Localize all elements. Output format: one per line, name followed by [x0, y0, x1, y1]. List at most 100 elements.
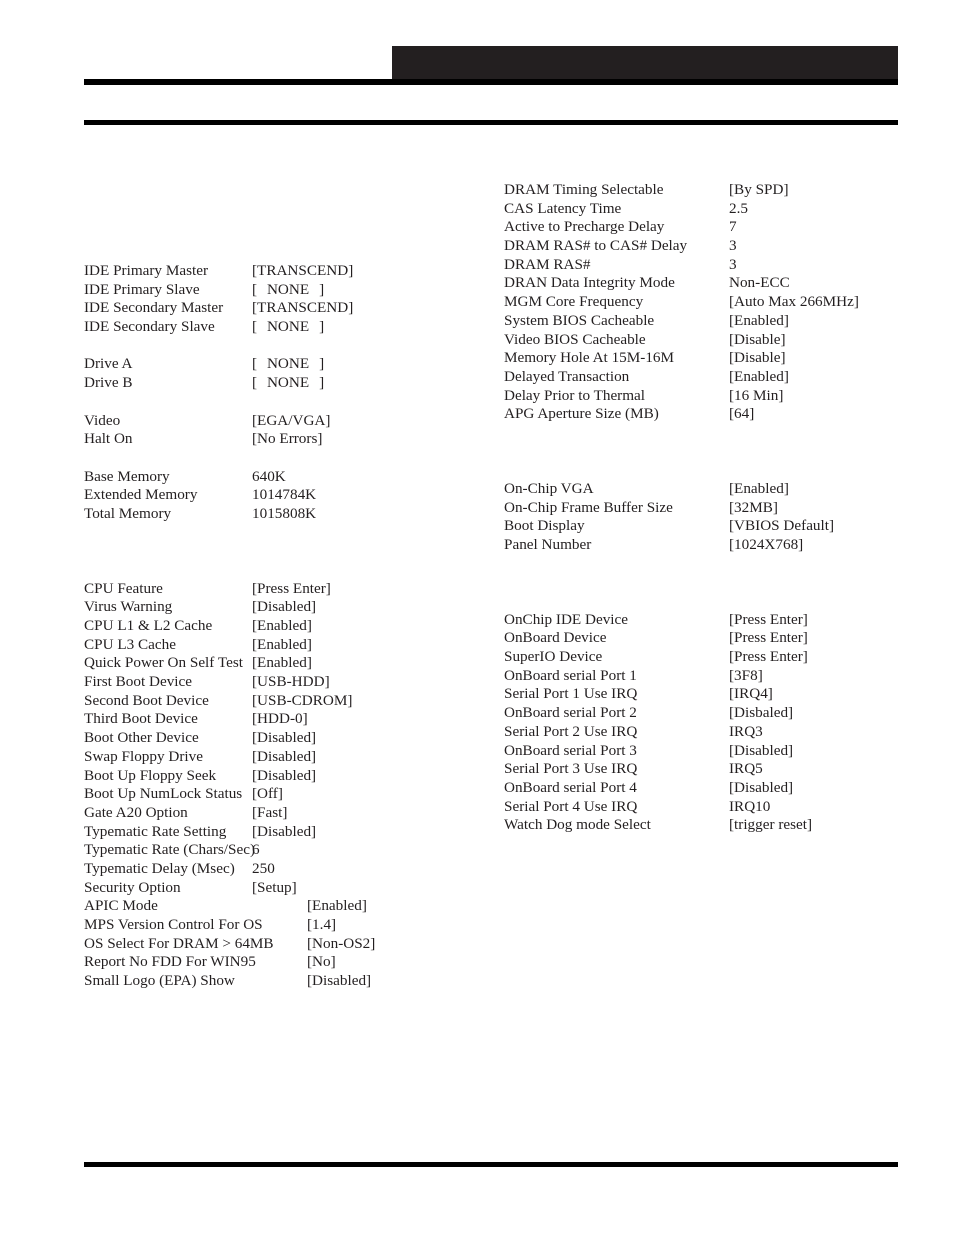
setting-row[interactable]: SuperIO Device [Press Enter]	[504, 648, 914, 667]
setting-row[interactable]: APIC Mode [Enabled]	[84, 897, 484, 916]
setting-value[interactable]: [Non-OS2]	[307, 935, 375, 954]
setting-row[interactable]: OnBoard serial Port 4 [Disabled]	[504, 779, 914, 798]
setting-value[interactable]: [Enabled]	[307, 897, 367, 916]
setting-row[interactable]: Serial Port 2 Use IRQ IRQ3	[504, 723, 914, 742]
setting-value[interactable]: IRQ10	[729, 798, 770, 817]
setting-value[interactable]: [Disabled]	[252, 823, 316, 842]
setting-value[interactable]: [No]	[307, 953, 336, 972]
setting-row[interactable]: CPU Feature [Press Enter]	[84, 580, 484, 599]
setting-value[interactable]: [Enabled]	[252, 654, 312, 673]
setting-row[interactable]: Base Memory 640K	[84, 468, 484, 487]
setting-row[interactable]: CAS Latency Time 2.5	[504, 200, 914, 219]
setting-value[interactable]: [Fast]	[252, 804, 287, 823]
setting-row[interactable]: Boot Up Floppy Seek [Disabled]	[84, 767, 484, 786]
setting-row[interactable]: Video [EGA/VGA]	[84, 412, 484, 431]
setting-row[interactable]: Watch Dog mode Select [trigger reset]	[504, 816, 914, 835]
setting-value[interactable]: [Enabled]	[729, 480, 789, 499]
setting-value[interactable]: [Enabled]	[252, 617, 312, 636]
setting-value[interactable]: [Disabled]	[252, 598, 316, 617]
setting-row[interactable]: Memory Hole At 15M-16M [Disable]	[504, 349, 914, 368]
setting-row[interactable]: On-Chip VGA [Enabled]	[504, 480, 914, 499]
setting-value[interactable]: [Off]	[252, 785, 283, 804]
setting-value[interactable]: [Disable]	[729, 349, 786, 368]
setting-row[interactable]: Boot Other Device [Disabled]	[84, 729, 484, 748]
setting-row[interactable]: DRAM RAS# to CAS# Delay 3	[504, 237, 914, 256]
setting-row[interactable]: MPS Version Control For OS [1.4]	[84, 916, 484, 935]
setting-row[interactable]: DRAM RAS# 3	[504, 256, 914, 275]
setting-row[interactable]: Active to Precharge Delay 7	[504, 218, 914, 237]
setting-row[interactable]: OnBoard serial Port 3 [Disabled]	[504, 742, 914, 761]
setting-value[interactable]: [VBIOS Default]	[729, 517, 834, 536]
setting-row[interactable]: Extended Memory 1014784K	[84, 486, 484, 505]
setting-row[interactable]: Typematic Delay (Msec) 250	[84, 860, 484, 879]
setting-value[interactable]: [EGA/VGA]	[252, 412, 330, 431]
setting-row[interactable]: Video BIOS Cacheable [Disable]	[504, 331, 914, 350]
setting-value[interactable]: [Disabled]	[252, 748, 316, 767]
setting-value[interactable]: 3	[729, 256, 737, 275]
setting-row[interactable]: CPU L3 Cache [Enabled]	[84, 636, 484, 655]
setting-row[interactable]: Panel Number [1024X768]	[504, 536, 914, 555]
setting-row[interactable]: MGM Core Frequency [Auto Max 266MHz]	[504, 293, 914, 312]
setting-value[interactable]: [Auto Max 266MHz]	[729, 293, 859, 312]
setting-value[interactable]: 250	[252, 860, 275, 879]
setting-value[interactable]: [Disable]	[729, 331, 786, 350]
setting-value[interactable]: [Enabled]	[729, 312, 789, 331]
setting-row[interactable]: Serial Port 1 Use IRQ [IRQ4]	[504, 685, 914, 704]
setting-value[interactable]: [Press Enter]	[729, 648, 808, 667]
setting-value[interactable]: [Disabled]	[729, 779, 793, 798]
setting-row[interactable]: OS Select For DRAM > 64MB [Non-OS2]	[84, 935, 484, 954]
setting-row[interactable]: OnBoard Device [Press Enter]	[504, 629, 914, 648]
setting-value[interactable]: [Disabled]	[307, 972, 371, 991]
setting-row[interactable]: Drive A [NONE]	[84, 355, 484, 374]
setting-value[interactable]: [Press Enter]	[729, 629, 808, 648]
setting-row[interactable]: DRAN Data Integrity Mode Non-ECC	[504, 274, 914, 293]
setting-row[interactable]: Typematic Rate Setting [Disabled]	[84, 823, 484, 842]
setting-value[interactable]: [Disbaled]	[729, 704, 793, 723]
setting-row[interactable]: Halt On [No Errors]	[84, 430, 484, 449]
setting-row[interactable]: Swap Floppy Drive [Disabled]	[84, 748, 484, 767]
setting-value[interactable]: 1015808K	[252, 505, 316, 524]
setting-value[interactable]: [1.4]	[307, 916, 336, 935]
setting-value[interactable]: [NONE]	[252, 318, 350, 337]
setting-row[interactable]: Report No FDD For WIN95 [No]	[84, 953, 484, 972]
setting-row[interactable]: Gate A20 Option [Fast]	[84, 804, 484, 823]
setting-row[interactable]: Drive B [NONE]	[84, 374, 484, 393]
setting-value[interactable]: [NONE]	[252, 374, 350, 393]
setting-row[interactable]: First Boot Device [USB-HDD]	[84, 673, 484, 692]
setting-row[interactable]: On-Chip Frame Buffer Size [32MB]	[504, 499, 914, 518]
setting-value[interactable]: [Press Enter]	[252, 580, 331, 599]
setting-value[interactable]: [Disabled]	[729, 742, 793, 761]
setting-value[interactable]: [32MB]	[729, 499, 778, 518]
setting-value[interactable]: [16 Min]	[729, 387, 783, 406]
setting-row[interactable]: Quick Power On Self Test [Enabled]	[84, 654, 484, 673]
setting-row[interactable]: DRAM Timing Selectable [By SPD]	[504, 181, 914, 200]
setting-row[interactable]: IDE Secondary Slave [NONE]	[84, 318, 484, 337]
setting-row[interactable]: IDE Secondary Master [TRANSCEND]	[84, 299, 484, 318]
setting-row[interactable]: Delayed Transaction [Enabled]	[504, 368, 914, 387]
setting-value[interactable]: [HDD-0]	[252, 710, 308, 729]
setting-value[interactable]: [By SPD]	[729, 181, 789, 200]
setting-value[interactable]: [Setup]	[252, 879, 297, 898]
setting-value[interactable]: 2.5	[729, 200, 748, 219]
setting-value[interactable]: [Enabled]	[729, 368, 789, 387]
setting-value[interactable]: [1024X768]	[729, 536, 803, 555]
setting-value[interactable]: [trigger reset]	[729, 816, 812, 835]
setting-row[interactable]: Total Memory 1015808K	[84, 505, 484, 524]
setting-value[interactable]: [TRANSCEND]	[252, 262, 353, 281]
setting-row[interactable]: Boot Up NumLock Status [Off]	[84, 785, 484, 804]
setting-value[interactable]: IRQ5	[729, 760, 763, 779]
setting-value[interactable]: 1014784K	[252, 486, 316, 505]
setting-value[interactable]: [TRANSCEND]	[252, 299, 353, 318]
setting-row[interactable]: Typematic Rate (Chars/Sec) 6	[84, 841, 484, 860]
setting-value[interactable]: [NONE]	[252, 281, 350, 300]
setting-value[interactable]: [Disabled]	[252, 767, 316, 786]
setting-row[interactable]: Serial Port 3 Use IRQ IRQ5	[504, 760, 914, 779]
setting-value[interactable]: Non-ECC	[729, 274, 790, 293]
setting-row[interactable]: Delay Prior to Thermal [16 Min]	[504, 387, 914, 406]
setting-row[interactable]: System BIOS Cacheable [Enabled]	[504, 312, 914, 331]
setting-row[interactable]: OnBoard serial Port 1 [3F8]	[504, 667, 914, 686]
setting-value[interactable]: 3	[729, 237, 737, 256]
setting-value[interactable]: [IRQ4]	[729, 685, 773, 704]
setting-value[interactable]: IRQ3	[729, 723, 763, 742]
setting-row[interactable]: Third Boot Device [HDD-0]	[84, 710, 484, 729]
